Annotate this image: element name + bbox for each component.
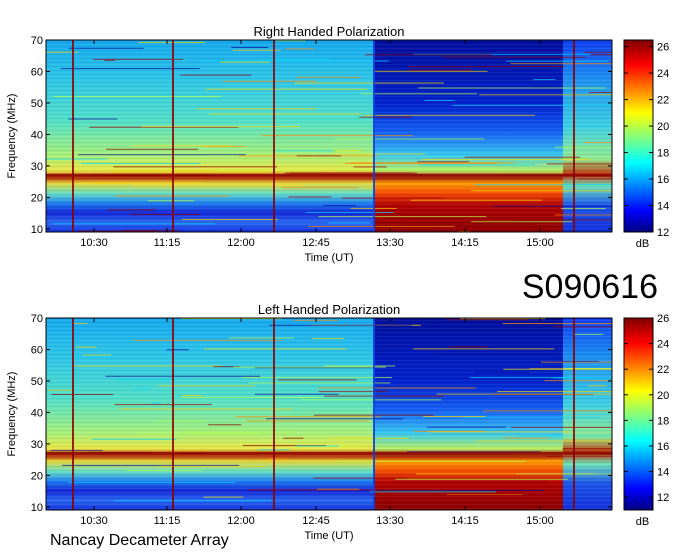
colorbar-tick-label: 20 <box>657 121 669 133</box>
y-tick-label: 20 <box>31 470 43 482</box>
spectrogram-panel-1: Right Handed Polarization 10 20 30 40 50 60 70 1… <box>6 24 669 264</box>
y-tick-label: 70 <box>31 35 43 47</box>
x-tick-label: 13:30 <box>376 515 404 527</box>
x-tick-label: 15:00 <box>526 237 554 249</box>
colorbar-tick-label: 26 <box>657 42 669 54</box>
x-tick-label: 10:30 <box>80 515 108 527</box>
colorbar-tick-label: 16 <box>657 174 669 186</box>
panel-title: Left Handed Polarization <box>258 302 400 317</box>
x-tick-label: 15:00 <box>526 515 554 527</box>
colorbar-tick-label: 24 <box>657 339 669 351</box>
x-tick-label: 14:15 <box>451 515 479 527</box>
y-tick-label: 40 <box>31 407 43 419</box>
colorbar-tick-label: 24 <box>657 68 669 80</box>
colorbar-tick-label: 26 <box>657 313 669 325</box>
colorbar-tick-label: 16 <box>657 441 669 453</box>
y-tick-label: 30 <box>31 439 43 451</box>
panel-title: Right Handed Polarization <box>253 24 404 39</box>
colorbar-tick-label: 14 <box>657 467 669 479</box>
y-tick-label: 30 <box>31 161 43 173</box>
colorbar-tick-label: 20 <box>657 390 669 402</box>
colorbar-unit-label: dB <box>636 238 649 250</box>
x-tick-label: 11:15 <box>154 515 181 527</box>
y-axis-label: Frequency (MHz) <box>6 372 18 457</box>
y-tick-label: 10 <box>31 502 43 514</box>
x-tick-label: 13:30 <box>376 237 404 249</box>
y-axis-label: Frequency (MHz) <box>6 94 18 179</box>
spectrogram-panel-2: Left Handed Polarization 10 20 30 40 50 60 70 10… <box>6 302 669 542</box>
colorbar-tick-label: 18 <box>657 415 669 427</box>
x-tick-label: 12:45 <box>302 237 330 249</box>
colorbar: 12 14 16 18 20 22 24 26 dB <box>623 313 669 528</box>
x-tick-label: 12:00 <box>227 515 255 527</box>
colorbar-tick-label: 18 <box>657 148 669 160</box>
x-axis-label: Time (UT) <box>304 530 353 542</box>
y-tick-label: 40 <box>31 129 43 141</box>
colorbar-unit-label: dB <box>636 516 649 528</box>
y-tick-label: 10 <box>31 224 43 236</box>
colorbar-tick-label: 12 <box>657 492 669 504</box>
dynamic-spectrum-figure: Right Handed Polarization 10 20 30 40 50 60 70 1… <box>6 24 669 549</box>
heatmap-image <box>46 318 612 510</box>
y-tick-label: 50 <box>31 376 43 388</box>
colorbar-tick-label: 22 <box>657 364 669 376</box>
y-tick-label: 20 <box>31 192 43 204</box>
x-tick-label: 12:00 <box>227 237 255 249</box>
x-tick-label: 14:15 <box>451 237 479 249</box>
colorbar: 12 14 16 18 20 22 24 26 dB <box>623 39 669 250</box>
y-tick-label: 60 <box>31 344 43 356</box>
colorbar-tick-label: 12 <box>657 227 669 239</box>
x-tick-label: 11:15 <box>154 237 181 249</box>
y-tick-label: 60 <box>31 66 43 78</box>
event-id: S090616 <box>522 268 658 306</box>
colorbar-tick-label: 22 <box>657 95 669 107</box>
heatmap-image <box>46 40 612 233</box>
colorbar-tick-label: 14 <box>657 201 669 213</box>
y-tick-label: 70 <box>31 313 43 325</box>
y-tick-label: 50 <box>31 98 43 110</box>
x-axis-label: Time (UT) <box>304 252 353 264</box>
x-tick-label: 10:30 <box>80 237 108 249</box>
observatory-label: Nancay Decameter Array <box>50 532 229 549</box>
x-tick-label: 12:45 <box>302 515 330 527</box>
